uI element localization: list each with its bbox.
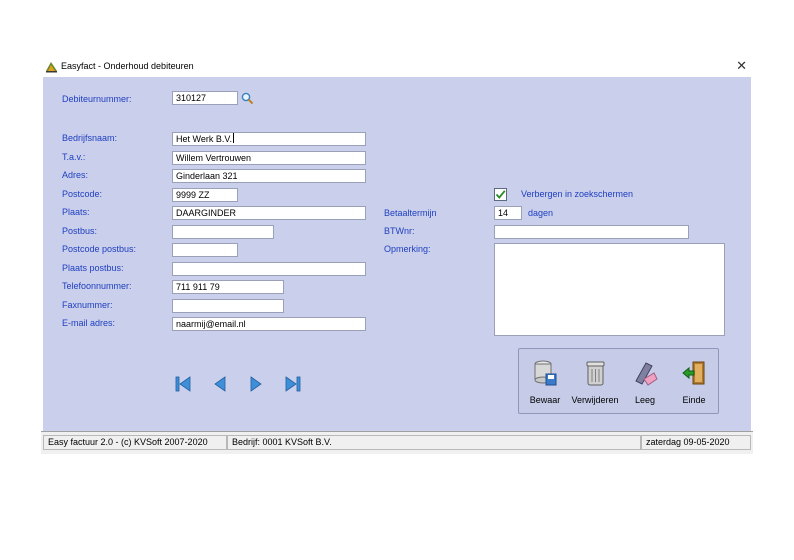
status-bar: Easy factuur 2.0 - (c) KVSoft 2007-2020 … bbox=[41, 431, 753, 454]
trash-icon bbox=[586, 361, 605, 386]
btwnr-field[interactable] bbox=[494, 225, 689, 239]
tav-label: T.a.v.: bbox=[62, 152, 86, 162]
status-bedrijf: Bedrijf: 0001 KVSoft B.V. bbox=[227, 435, 641, 450]
plaats-field[interactable]: DAARGINDER bbox=[172, 206, 366, 220]
opmerking-textarea[interactable] bbox=[494, 243, 725, 336]
database-save-icon bbox=[534, 360, 557, 386]
exit-door-icon bbox=[682, 361, 705, 385]
window: Easyfact - Onderhoud debiteuren ✕ Debite… bbox=[41, 57, 753, 454]
bewaar-button[interactable]: Bewaar bbox=[523, 355, 567, 409]
leeg-button[interactable]: Leeg bbox=[623, 355, 667, 409]
first-record-icon[interactable] bbox=[174, 375, 192, 395]
eraser-icon bbox=[635, 362, 658, 386]
bedrijfsnaam-value: Het Werk B.V. bbox=[176, 134, 233, 144]
betaaltermijn-label: Betaaltermijn bbox=[384, 208, 437, 218]
debiteurnummer-field[interactable]: 310127 bbox=[172, 91, 238, 105]
form-area: Debiteurnummer: 310127 Bedrijfsnaam: Het… bbox=[43, 77, 751, 431]
window-title: Easyfact - Onderhoud debiteuren bbox=[61, 61, 194, 71]
telefoonnummer-label: Telefoonnummer: bbox=[62, 281, 132, 291]
next-record-icon[interactable] bbox=[249, 375, 263, 395]
tav-field[interactable]: Willem Vertrouwen bbox=[172, 151, 366, 165]
debiteurnummer-label: Debiteurnummer: bbox=[62, 94, 132, 104]
plaats-label: Plaats: bbox=[62, 207, 90, 217]
title-bar: Easyfact - Onderhoud debiteuren ✕ bbox=[41, 57, 753, 77]
previous-record-icon[interactable] bbox=[213, 375, 227, 395]
bedrijfsnaam-label: Bedrijfsnaam: bbox=[62, 133, 118, 143]
faxnummer-field[interactable] bbox=[172, 299, 284, 313]
action-button-panel: Bewaar Verwijderen Leeg Einde bbox=[518, 348, 719, 414]
verwijderen-label: Verwijderen bbox=[571, 395, 619, 405]
btwnr-label: BTWnr: bbox=[384, 226, 415, 236]
status-datum: zaterdag 09-05-2020 bbox=[641, 435, 751, 450]
postcode-postbus-field[interactable] bbox=[172, 243, 238, 257]
postbus-label: Postbus: bbox=[62, 226, 98, 236]
betaaltermijn-field[interactable]: 14 bbox=[494, 206, 522, 220]
einde-label: Einde bbox=[682, 395, 706, 405]
easyfact-app-icon bbox=[45, 60, 58, 73]
verbergen-checkbox[interactable] bbox=[494, 188, 507, 201]
faxnummer-label: Faxnummer: bbox=[62, 300, 113, 310]
plaats-postbus-label: Plaats postbus: bbox=[62, 263, 124, 273]
postcode-label: Postcode: bbox=[62, 189, 103, 199]
postcode-field[interactable]: 9999 ZZ bbox=[172, 188, 238, 202]
plaats-postbus-field[interactable] bbox=[172, 262, 366, 276]
last-record-icon[interactable] bbox=[284, 375, 302, 395]
email-label: E-mail adres: bbox=[62, 318, 116, 328]
bewaar-label: Bewaar bbox=[529, 395, 561, 405]
checkmark-icon bbox=[495, 190, 506, 199]
status-app: Easy factuur 2.0 - (c) KVSoft 2007-2020 bbox=[43, 435, 227, 450]
close-button[interactable]: ✕ bbox=[736, 58, 747, 74]
betaaltermijn-unit: dagen bbox=[528, 208, 554, 218]
search-icon[interactable] bbox=[241, 92, 254, 107]
adres-field[interactable]: Ginderlaan 321 bbox=[172, 169, 366, 183]
text-caret bbox=[233, 133, 235, 143]
bedrijfsnaam-field[interactable]: Het Werk B.V. bbox=[172, 132, 366, 146]
leeg-label: Leeg bbox=[634, 395, 656, 405]
verwijderen-button[interactable]: Verwijderen bbox=[571, 355, 619, 409]
postcode-postbus-label: Postcode postbus: bbox=[62, 244, 137, 254]
opmerking-label: Opmerking: bbox=[384, 244, 431, 254]
adres-label: Adres: bbox=[62, 170, 89, 180]
postbus-field[interactable] bbox=[172, 225, 274, 239]
einde-button[interactable]: Einde bbox=[672, 355, 716, 409]
telefoonnummer-field[interactable]: 711 911 79 bbox=[172, 280, 284, 294]
verbergen-label: Verbergen in zoekschermen bbox=[521, 189, 634, 199]
email-field[interactable]: naarmij@email.nl bbox=[172, 317, 366, 331]
